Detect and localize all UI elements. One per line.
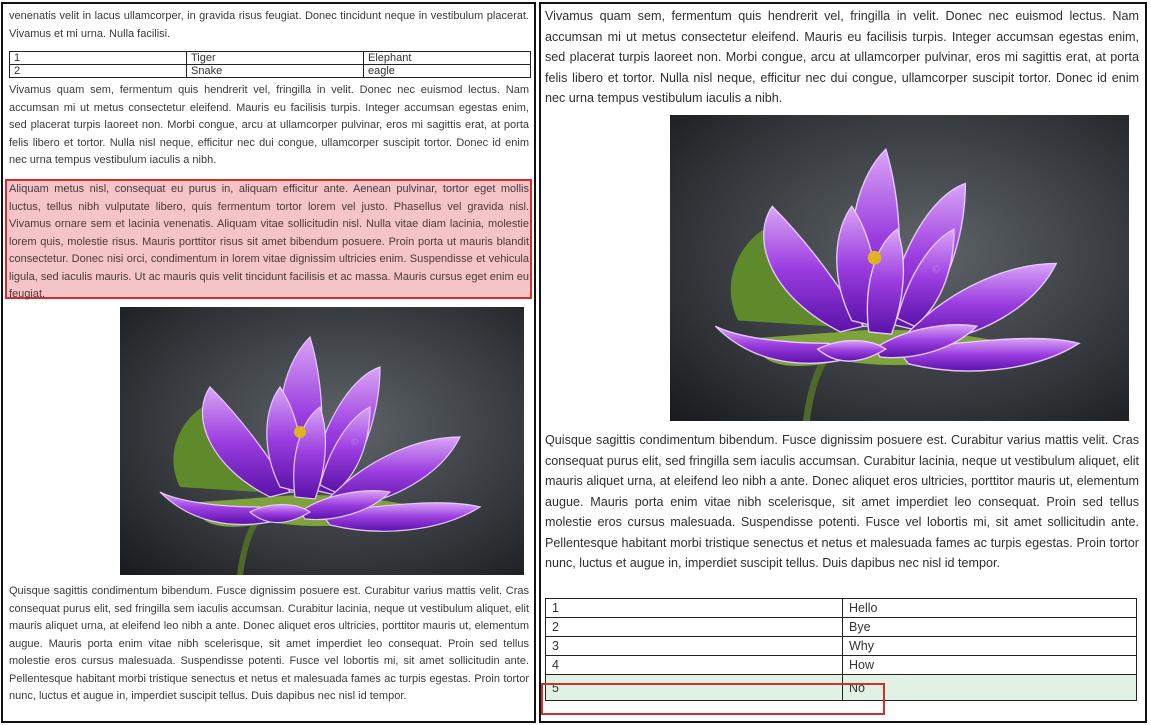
svg-text:©: © (931, 264, 941, 276)
highlighted-paragraph[interactable]: Aliquam metus nisl, consequat eu purus i… (9, 181, 529, 304)
right-top-paragraph: Vivamus quam sem, fermentum quis hendrer… (545, 9, 1139, 105)
table-cell: 2 (545, 617, 843, 637)
table-row: 1 Tiger Elephant (9, 51, 531, 65)
table-cell[interactable]: 5 (545, 674, 843, 701)
table-cell: 1 (545, 598, 843, 618)
left-bottom-paragraph: Quisque sagittis condimentum bibendum. F… (9, 585, 529, 702)
table-cell: 2 (9, 64, 187, 78)
table-cell: Hello (842, 598, 1137, 618)
table-cell: Bye (842, 617, 1137, 637)
table-cell: 4 (545, 655, 843, 675)
table-cell: 1 (9, 51, 187, 65)
right-word-table: 1 Hello 2 Bye 3 Why 4 How 5 No (545, 598, 1137, 701)
left-document-panel: venenatis velit in lacus ullamcorper, in… (1, 2, 536, 723)
table-row: 2 Snake eagle (9, 64, 531, 78)
left-animal-table: 1 Tiger Elephant 2 Snake eagle (9, 51, 531, 78)
table-row: 4 How (545, 655, 1137, 675)
table-cell: Why (842, 636, 1137, 656)
left-paragraph-after-table: Vivamus quam sem, fermentum quis hendrer… (9, 84, 529, 166)
table-row: 2 Bye (545, 617, 1137, 637)
table-cell: 3 (545, 636, 843, 656)
purple-lotus-flower-image: © (120, 307, 524, 575)
table-cell[interactable]: No (842, 674, 1137, 701)
table-cell: Snake (186, 64, 364, 78)
right-document-panel: Vivamus quam sem, fermentum quis hendrer… (539, 2, 1147, 723)
left-top-paragraph: venenatis velit in lacus ullamcorper, in… (9, 10, 529, 40)
svg-text:©: © (350, 438, 359, 448)
table-cell: Elephant (363, 51, 531, 65)
purple-lotus-flower-image: © (670, 115, 1129, 421)
table-row: 3 Why (545, 636, 1137, 656)
table-cell: How (842, 655, 1137, 675)
table-row: 1 Hello (545, 598, 1137, 618)
table-cell: eagle (363, 64, 531, 78)
table-cell: Tiger (186, 51, 364, 65)
table-row-highlighted[interactable]: 5 No (545, 674, 1137, 701)
right-bottom-paragraph: Quisque sagittis condimentum bibendum. F… (545, 433, 1139, 570)
